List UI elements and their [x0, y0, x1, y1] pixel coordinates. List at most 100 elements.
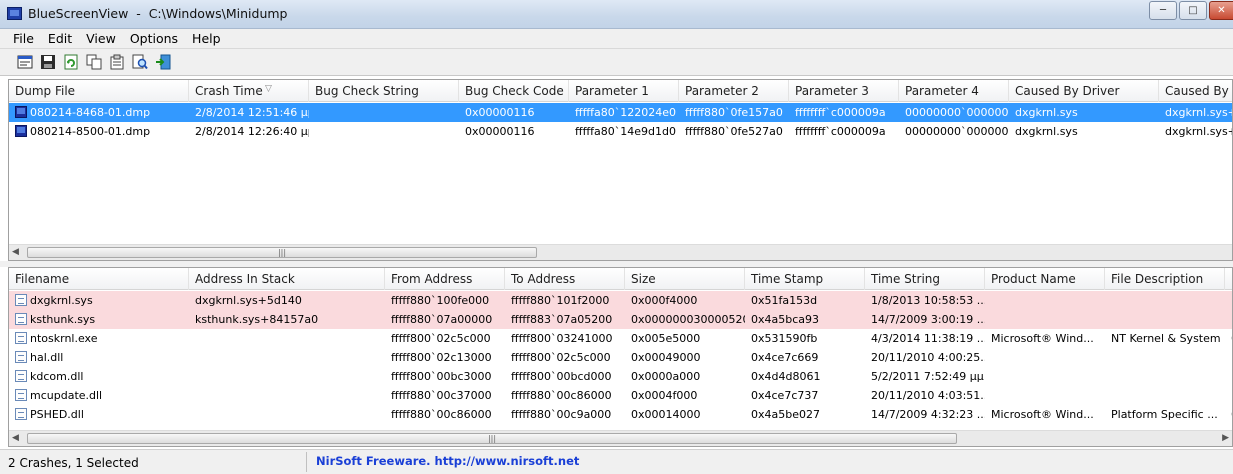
cell-text: fffff800`00bc3000	[391, 370, 492, 383]
cell-text: fffff880`101f2000	[511, 294, 610, 307]
module-file-icon	[15, 351, 27, 363]
scroll-left-icon[interactable]: ◀	[12, 433, 19, 443]
menu-help[interactable]: Help	[185, 29, 228, 48]
copy-button[interactable]	[85, 53, 103, 71]
table-row[interactable]: PSHED.dll fffff880`00c86000 fffff880`00c9a…	[9, 405, 1232, 424]
column-header-label: Caused By Driver	[1015, 84, 1120, 98]
cell-time-string: 4/3/2014 11:38:19 ...	[865, 329, 985, 348]
properties-button[interactable]	[16, 53, 34, 71]
cell-from-address: fffff880`100fe000	[385, 291, 505, 310]
cell-to-address: fffff880`00c86000	[505, 386, 625, 405]
scroll-left-icon[interactable]: ◀	[12, 247, 19, 257]
module-list-header: Filename Address In Stack From Address To A…	[9, 268, 1232, 290]
module-file-icon	[15, 370, 27, 382]
column-header-time-stamp[interactable]: Time Stamp	[745, 268, 865, 290]
cell-text: ffffffff`c000009a	[795, 106, 886, 119]
report-button[interactable]	[108, 53, 126, 71]
find-button[interactable]	[131, 53, 149, 71]
cell-address-in-stack	[189, 405, 385, 424]
cell-text: 0x531590fb	[751, 332, 818, 345]
column-header-crash-time[interactable]: Crash Time ▽	[189, 80, 309, 102]
cell-time-string: 14/7/2009 4:32:23 ...	[865, 405, 985, 424]
cell-bug-check-string	[309, 103, 459, 122]
table-row[interactable]: ksthunk.sys ksthunk.sys+84157a0 fffff880`0…	[9, 310, 1232, 329]
cell-parameter-1: fffffa80`122024e0	[569, 103, 679, 122]
cell-text: ksthunk.sys	[30, 313, 96, 326]
cell-text: 0x000f4000	[631, 294, 698, 307]
cell-text: dxgkrnl.sys+5d140	[1165, 106, 1232, 119]
cell-text: fffff883`07a05200	[511, 313, 613, 326]
exit-button[interactable]	[154, 53, 172, 71]
cell-parameter-4: 00000000`000000...	[899, 122, 1009, 141]
menu-options[interactable]: Options	[123, 29, 185, 48]
cell-text: mcupdate.dll	[30, 389, 103, 402]
column-header-bug-check-string[interactable]: Bug Check String	[309, 80, 459, 102]
column-header-parameter-2[interactable]: Parameter 2	[679, 80, 789, 102]
table-row[interactable]: ntoskrnl.exe fffff800`02c5c000 fffff800`03…	[9, 329, 1232, 348]
table-row[interactable]: 080214-8500-01.dmp 2/8/2014 12:26:40 μμ 0x…	[9, 122, 1232, 141]
table-row[interactable]: hal.dll fffff800`02c13000 fffff800`02c5c00…	[9, 348, 1232, 367]
column-header-parameter-1[interactable]: Parameter 1	[569, 80, 679, 102]
module-list-horizontal-scrollbar[interactable]: ◀ ||| ▶	[9, 430, 1232, 446]
cell-text: 0x00000116	[465, 125, 535, 138]
cell-text: 2/8/2014 12:51:46 μμ	[195, 106, 309, 119]
column-header-product-name[interactable]: Product Name	[985, 268, 1105, 290]
cell-text: 14/7/2009 3:00:19 ...	[871, 313, 985, 326]
crash-list-scroll-thumb[interactable]: |||	[27, 247, 537, 258]
column-header-caused-by-driver[interactable]: Caused By Driver	[1009, 80, 1159, 102]
column-header-dump-file[interactable]: Dump File	[9, 80, 189, 102]
module-file-icon	[15, 313, 27, 325]
table-row[interactable]: mcupdate.dll fffff880`00c37000 fffff880`00…	[9, 386, 1232, 405]
table-row[interactable]: kdcom.dll fffff800`00bc3000 fffff800`00bcd…	[9, 367, 1232, 386]
column-header-time-string[interactable]: Time String	[865, 268, 985, 290]
crash-list-horizontal-scrollbar[interactable]: ◀ |||	[9, 244, 1232, 260]
nirsoft-link[interactable]: NirSoft Freeware. http://www.nirsoft.net	[316, 454, 579, 468]
column-header-address-in-stack[interactable]: Address In Stack	[189, 268, 385, 290]
column-header-from-address[interactable]: From Address	[385, 268, 505, 290]
cell-address-in-stack	[189, 386, 385, 405]
scroll-right-icon[interactable]: ▶	[1222, 433, 1229, 443]
column-header-to-address[interactable]: To Address	[505, 268, 625, 290]
cell-crash-time: 2/8/2014 12:51:46 μμ	[189, 103, 309, 122]
cell-filename: ksthunk.sys	[9, 310, 189, 329]
column-header-caused-by-address[interactable]: Caused By Address	[1159, 80, 1232, 102]
table-row[interactable]: 080214-8468-01.dmp 2/8/2014 12:51:46 μμ 0x…	[9, 103, 1232, 122]
cell-text: fffff880`07a00000	[391, 313, 493, 326]
table-row[interactable]: dxgkrnl.sys dxgkrnl.sys+5d140 fffff880`100…	[9, 291, 1232, 310]
menu-view[interactable]: View	[79, 29, 123, 48]
menu-file[interactable]: File	[6, 29, 41, 48]
cell-f	[1225, 291, 1232, 310]
column-header-file-description[interactable]: File Description	[1105, 268, 1225, 290]
close-button[interactable]: ✕	[1209, 1, 1233, 20]
module-list-pane[interactable]: Filename Address In Stack From Address To A…	[8, 267, 1233, 447]
column-header-parameter-3[interactable]: Parameter 3	[789, 80, 899, 102]
crash-list-pane[interactable]: Dump File Crash Time ▽ Bug Check String Bug …	[8, 79, 1233, 261]
column-header-label: Parameter 2	[685, 84, 759, 98]
refresh-button[interactable]	[62, 53, 80, 71]
cell-size: 0x00014000	[625, 405, 745, 424]
cell-file-description	[1105, 310, 1225, 329]
column-header-filename[interactable]: Filename	[9, 268, 189, 290]
save-button[interactable]	[39, 53, 57, 71]
menu-edit[interactable]: Edit	[41, 29, 79, 48]
cell-text: dxgkrnl.sys	[1015, 106, 1078, 119]
minimize-button[interactable]: ─	[1149, 1, 1177, 20]
cell-dump-file: 080214-8468-01.dmp	[9, 103, 189, 122]
cell-text: 0x4ce7c737	[751, 389, 819, 402]
status-divider	[306, 452, 307, 472]
column-header-f[interactable]: F	[1225, 268, 1232, 290]
cell-size: 0x000f4000	[625, 291, 745, 310]
cell-to-address: fffff883`07a05200	[505, 310, 625, 329]
column-header-bug-check-code[interactable]: Bug Check Code	[459, 80, 569, 102]
cell-product-name: Microsoft® Wind...	[985, 405, 1105, 424]
maximize-button[interactable]: □	[1179, 1, 1207, 20]
cell-text: fffff800`00bcd000	[511, 370, 612, 383]
cell-address-in-stack	[189, 348, 385, 367]
cell-size: 0x0000a000	[625, 367, 745, 386]
module-list-scroll-thumb[interactable]: |||	[27, 433, 957, 444]
cell-parameter-4: 00000000`000000...	[899, 103, 1009, 122]
column-header-label: From Address	[391, 272, 473, 286]
column-header-parameter-4[interactable]: Parameter 4	[899, 80, 1009, 102]
column-header-label: Dump File	[15, 84, 76, 98]
column-header-size[interactable]: Size	[625, 268, 745, 290]
